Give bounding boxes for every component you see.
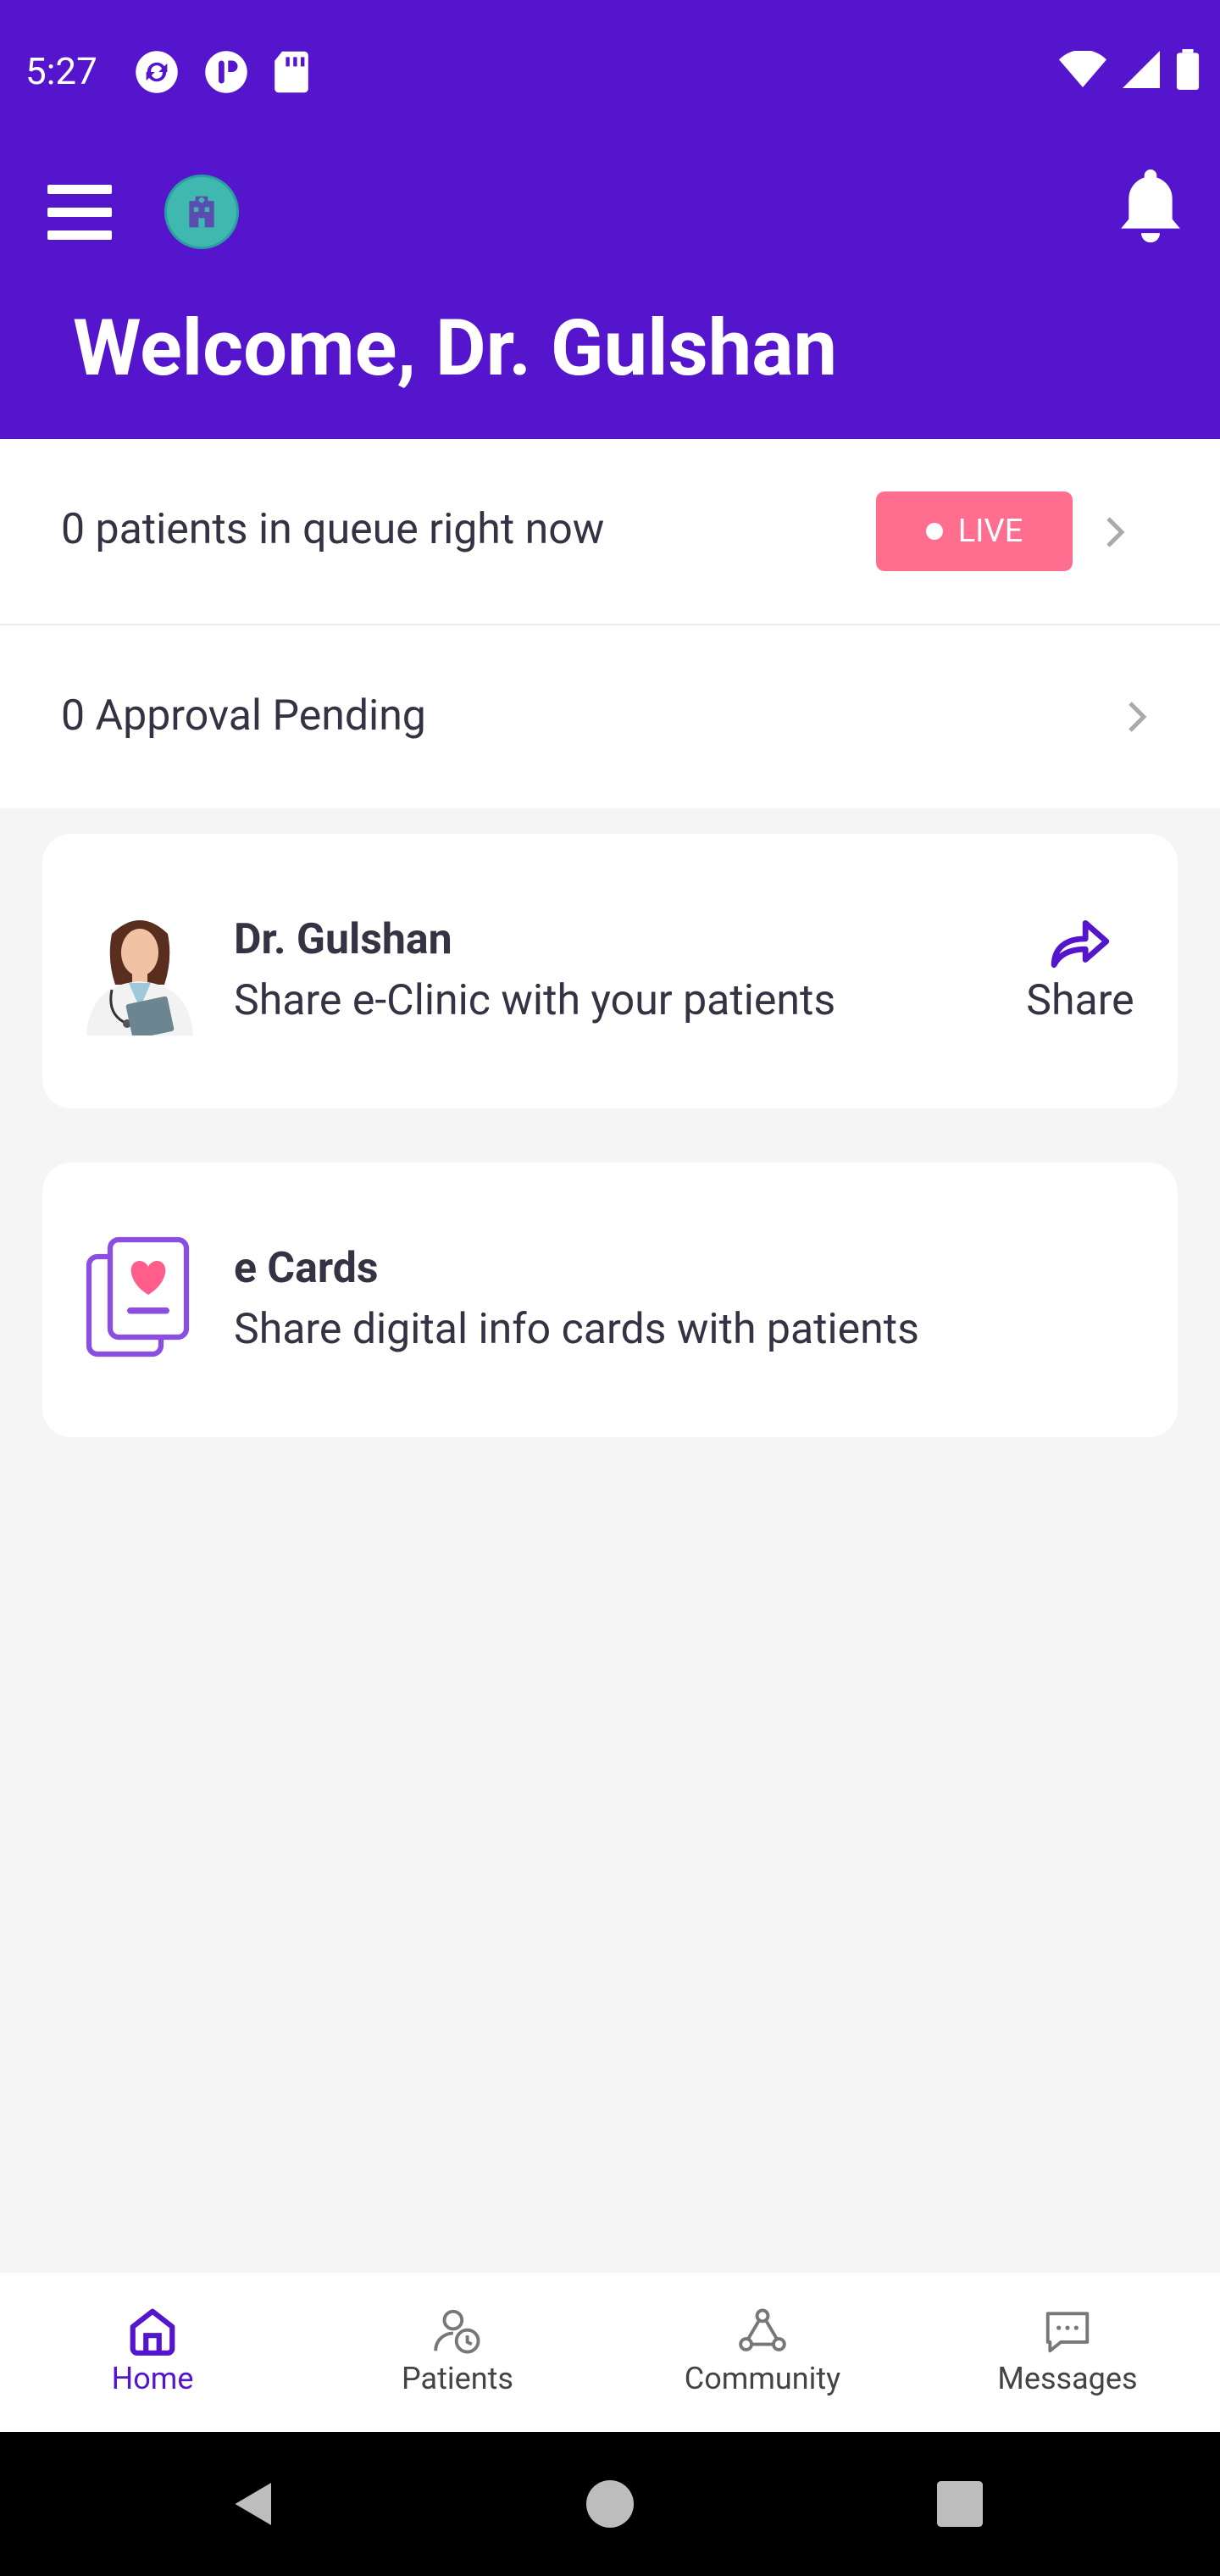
status-system <box>1059 49 1200 90</box>
share-clinic-card[interactable]: Dr. Gulshan Share e-Clinic with your pat… <box>42 834 1178 1108</box>
wifi-icon <box>1059 51 1106 87</box>
nav-patients[interactable]: Patients <box>305 2273 610 2432</box>
sync-icon <box>136 51 178 93</box>
bell-icon <box>1121 169 1180 243</box>
menu-icon-bar <box>47 208 112 217</box>
live-badge-label: LIVE <box>957 513 1023 550</box>
ecards-card[interactable]: e Cards Share digital info cards with pa… <box>42 1163 1178 1437</box>
ecards-title: e Cards <box>234 1244 379 1293</box>
share-button-label: Share <box>1026 976 1134 1025</box>
welcome-title: Welcome, Dr. Gulshan <box>73 303 838 394</box>
bottom-nav: Home Patients Community Messages <box>0 2273 1220 2432</box>
community-icon <box>739 2308 786 2351</box>
status-notifications <box>134 49 310 95</box>
queue-row[interactable]: 0 patients in queue right now LIVE <box>0 439 1220 625</box>
share-card-title: Dr. Gulshan <box>234 915 452 964</box>
home-icon <box>130 2308 175 2356</box>
hospital-icon <box>189 196 214 228</box>
live-dot-icon <box>925 523 943 540</box>
back-icon[interactable] <box>229 2479 280 2529</box>
app-header: 5:27 Welcome, Dr. Gulshan <box>0 0 1220 439</box>
approval-row[interactable]: 0 Approval Pending <box>0 625 1220 808</box>
nav-home-label: Home <box>111 2361 194 2396</box>
messages-icon <box>1045 2312 1090 2353</box>
live-badge: LIVE <box>876 491 1073 571</box>
recents-icon[interactable] <box>937 2481 983 2527</box>
ecards-icon <box>85 1235 195 1363</box>
ecards-subtitle: Share digital info cards with patients <box>234 1305 919 1354</box>
nav-patients-label: Patients <box>402 2361 513 2396</box>
sd-card-icon <box>274 51 308 93</box>
queue-label: 0 patients in queue right now <box>61 505 605 554</box>
nav-home[interactable]: Home <box>0 2273 305 2432</box>
doctor-photo <box>78 908 202 1035</box>
patients-icon <box>434 2309 480 2354</box>
menu-icon <box>47 185 112 194</box>
chevron-right-icon <box>1128 702 1147 732</box>
nav-community[interactable]: Community <box>610 2273 915 2432</box>
home-circle-icon[interactable] <box>586 2480 634 2528</box>
status-time: 5:27 <box>25 49 97 93</box>
share-arrow-icon <box>1051 919 1110 969</box>
share-card-subtitle: Share e-Clinic with your patients <box>234 976 836 1025</box>
chevron-right-icon <box>1106 517 1125 547</box>
battery-icon <box>1176 49 1200 90</box>
share-button[interactable]: Share <box>1017 917 1144 1035</box>
nav-messages[interactable]: Messages <box>915 2273 1220 2432</box>
clinic-avatar[interactable] <box>164 175 239 249</box>
menu-button[interactable] <box>47 185 112 241</box>
app-notification-icon <box>205 51 247 93</box>
system-navigation-bar <box>0 2432 1220 2576</box>
nav-messages-label: Messages <box>997 2361 1138 2396</box>
menu-icon-bar <box>47 230 112 240</box>
approval-label: 0 Approval Pending <box>61 691 426 741</box>
notifications-button[interactable] <box>1113 166 1188 247</box>
cell-signal-icon <box>1123 51 1160 88</box>
nav-community-label: Community <box>684 2361 841 2396</box>
